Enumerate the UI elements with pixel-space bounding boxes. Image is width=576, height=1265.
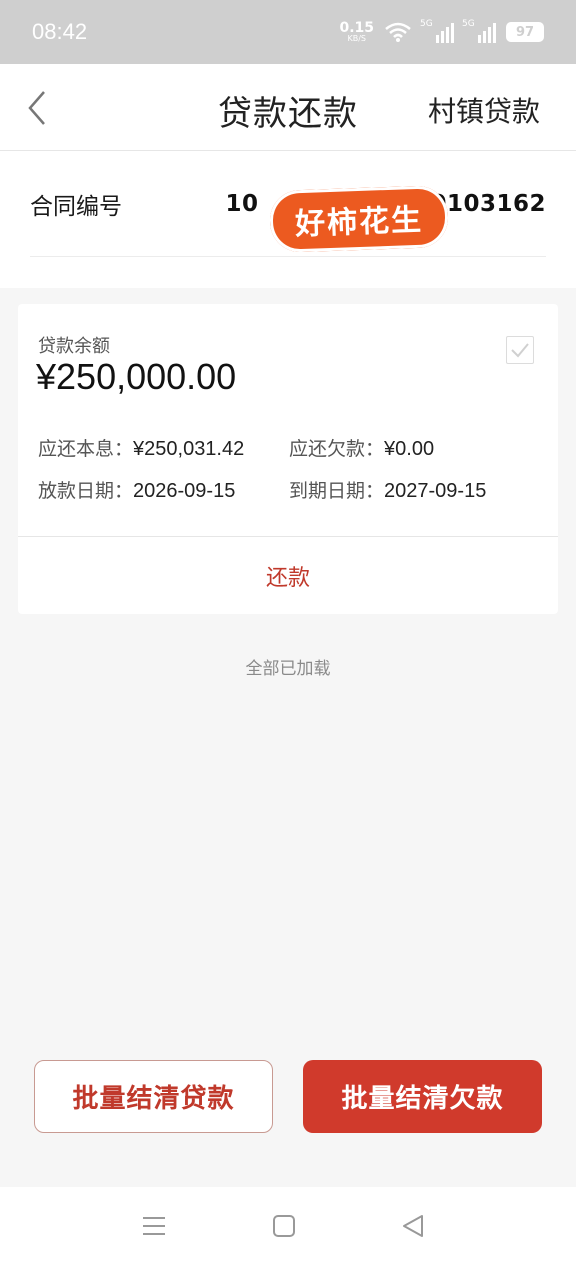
status-indicators: 0.15 KB/S 5G 5G 97 (339, 19, 544, 43)
village-loan-link[interactable]: 村镇贷款 (428, 90, 540, 130)
system-nav-bar (0, 1187, 576, 1265)
square-icon (273, 1215, 295, 1237)
menu-icon (143, 1217, 165, 1235)
signal-2-label: 5G (462, 19, 475, 29)
loan-balance-value: ¥250,000.00 (36, 356, 237, 397)
app-header: 贷款还款 村镇贷款 (0, 64, 576, 151)
battery-level: 97 (515, 24, 535, 40)
signal-1-label: 5G (420, 19, 433, 29)
check-icon (511, 343, 529, 358)
disburse-date-value: 2026-09-15 (133, 480, 236, 502)
home-button[interactable] (271, 1213, 297, 1239)
loan-balance-label: 贷款余额 (38, 336, 110, 357)
due-date-value: 2027-09-15 (384, 480, 487, 502)
arrears-field: 应还欠款：¥0.00 (289, 434, 434, 461)
status-bar: 08:42 0.15 KB/S 5G 5G 97 (0, 0, 576, 64)
network-speed: 0.15 KB/S (339, 21, 374, 43)
nav-back-button[interactable] (400, 1213, 426, 1239)
contract-number-prefix: 10 (225, 190, 259, 217)
contract-number-label: 合同编号 (30, 193, 122, 220)
network-speed-value: 0.15 (339, 20, 374, 36)
disburse-date-label: 放款日期： (38, 480, 134, 502)
wifi-icon (385, 22, 411, 42)
batch-settle-loans-button[interactable]: 批量结清贷款 (34, 1060, 273, 1133)
due-date-label: 到期日期： (289, 480, 385, 502)
status-time: 08:42 (32, 19, 88, 44)
principal-interest-field: 应还本息：¥250,031.42 (38, 434, 244, 461)
repay-button[interactable]: 还款 (18, 537, 558, 614)
network-speed-unit: KB/S (347, 34, 366, 43)
principal-interest-label: 应还本息： (38, 438, 134, 460)
battery-icon: 97 (506, 22, 544, 42)
cellular-signal-1-icon: 5G (420, 19, 454, 43)
cellular-signal-2-icon: 5G (462, 19, 496, 43)
recent-apps-button[interactable] (141, 1213, 167, 1239)
list-end-text: 全部已加载 (245, 659, 331, 679)
arrears-value: ¥0.00 (384, 438, 435, 460)
disburse-date-field: 放款日期：2026-09-15 (38, 476, 235, 503)
loan-card: 贷款余额 ¥250,000.00 应还本息：¥250,031.42 应还欠款：¥… (18, 304, 558, 614)
triangle-back-icon (403, 1215, 423, 1237)
batch-settle-arrears-button[interactable]: 批量结清欠款 (303, 1060, 542, 1133)
redaction-sticker: 好柿花生 (268, 184, 450, 254)
due-date-field: 到期日期：2027-09-15 (289, 476, 486, 503)
loan-select-checkbox[interactable] (506, 336, 534, 364)
arrears-label: 应还欠款： (289, 438, 385, 460)
principal-interest-value: ¥250,031.42 (133, 438, 245, 460)
